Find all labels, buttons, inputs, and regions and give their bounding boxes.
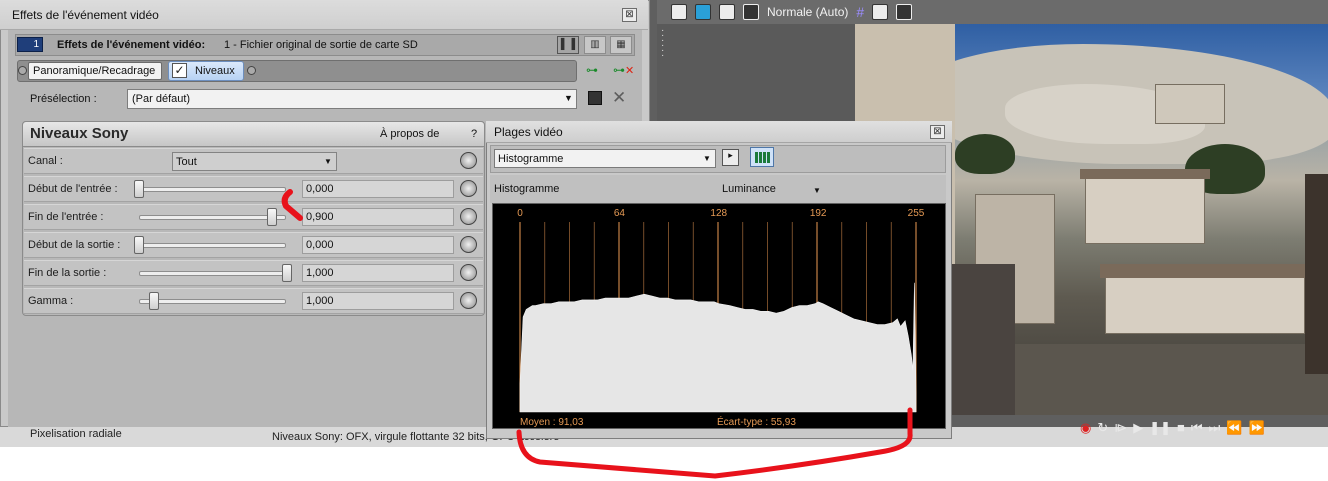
- preview-toolbar: Normale (Auto) #: [657, 0, 1328, 24]
- histogram-label: Histogramme: [494, 183, 560, 195]
- scopes-title: Plages vidéo: [494, 125, 563, 139]
- help-button[interactable]: ?: [471, 128, 477, 140]
- keyframe-animate-icon[interactable]: [460, 152, 477, 169]
- input-end-value-field[interactable]: 0,900: [302, 208, 454, 226]
- input-end-slider-thumb[interactable]: [267, 208, 278, 226]
- keyframe-animate-icon[interactable]: [460, 292, 477, 309]
- histogram-tick-label: 192: [810, 208, 827, 219]
- remove-plugin-icon[interactable]: ⊶✕: [613, 63, 634, 77]
- next-frame-icon[interactable]: ⏩: [1249, 420, 1265, 436]
- chain-start-connector: [18, 66, 27, 75]
- channel-label: Canal :: [28, 155, 63, 167]
- input-start-value-field[interactable]: 0,000: [302, 180, 454, 198]
- histogram-tick-label: 0: [517, 208, 523, 219]
- histogram-tick-label: 128: [710, 208, 727, 219]
- chain-end-connector: [247, 66, 256, 75]
- histogram-svg: 0 64 128 192 255 Moyen : 91,03 Écart-type : 55…: [517, 208, 925, 428]
- preset-dropdown[interactable]: (Par défaut): [127, 89, 577, 109]
- plugin-title: Niveaux Sony: [30, 125, 129, 142]
- drag-handle-icon[interactable]: · · · · · ·: [661, 26, 664, 61]
- quality-icon[interactable]: [743, 4, 759, 20]
- view-mode-button-1[interactable]: ▌▐: [557, 36, 579, 54]
- save-snapshot-icon[interactable]: [896, 4, 913, 20]
- view-mode-button-2[interactable]: ▥: [584, 36, 606, 54]
- input-end-slider-track[interactable]: [139, 215, 286, 220]
- transport-controls: ◉ ↻ ⧐ ▶ ❚❚ ■ ⏮ ⏭ ⏪ ⏩: [1080, 420, 1265, 436]
- input-start-label: Début de l'entrée :: [28, 183, 118, 195]
- histogram-view-icon[interactable]: [750, 147, 774, 167]
- input-start-slider-thumb[interactable]: [134, 180, 144, 198]
- fx-window-close-button[interactable]: ⊠: [622, 8, 637, 22]
- update-scopes-icon[interactable]: ▸: [722, 149, 739, 166]
- keyframe-animate-icon[interactable]: [460, 208, 477, 225]
- gamma-slider-thumb[interactable]: [148, 292, 159, 310]
- output-start-slider-thumb[interactable]: [134, 236, 144, 254]
- output-end-label: Fin de la sortie :: [28, 267, 107, 279]
- output-end-slider-thumb[interactable]: [282, 264, 292, 282]
- histogram-plot: 0 64 128 192 255 Moyen : 91,03 Écart-type : 55…: [492, 203, 946, 429]
- scope-type-dropdown[interactable]: Histogramme: [494, 149, 716, 168]
- input-end-label: Fin de l'entrée :: [28, 211, 104, 223]
- histogram-mean-label: Moyen : 91,03: [520, 417, 584, 428]
- chain-tab-pan-crop[interactable]: Panoramique/Recadrage: [28, 62, 162, 80]
- output-end-value-field[interactable]: 1,000: [302, 264, 454, 282]
- output-start-slider-track[interactable]: [139, 243, 286, 248]
- channel-dropdown[interactable]: Tout: [172, 152, 337, 171]
- split-screen-icon[interactable]: [719, 4, 735, 20]
- keyframe-animate-icon[interactable]: [460, 180, 477, 197]
- go-to-end-icon[interactable]: ⏭: [1209, 420, 1221, 436]
- play-icon[interactable]: ▶: [1133, 420, 1143, 436]
- levels-enable-checkbox[interactable]: ✓: [172, 63, 187, 78]
- keyframe-animate-icon[interactable]: [460, 264, 477, 281]
- event-number-badge: 1: [17, 37, 43, 52]
- plugin-chain-icon[interactable]: ⊶: [586, 63, 598, 77]
- pause-icon[interactable]: ❚❚: [1149, 420, 1171, 436]
- histogram-tick-label: 64: [614, 208, 626, 219]
- grid-overlay-icon[interactable]: #: [856, 4, 864, 20]
- effect-list-item[interactable]: Pixelisation radiale: [30, 428, 122, 440]
- save-preset-icon[interactable]: [588, 91, 602, 105]
- gamma-slider-track[interactable]: [139, 299, 286, 304]
- output-start-label: Début de la sortie :: [28, 239, 121, 251]
- chevron-down-icon[interactable]: ▼: [564, 93, 573, 103]
- chevron-down-icon[interactable]: ▼: [813, 186, 821, 195]
- scopes-close-button[interactable]: ⊠: [930, 125, 945, 139]
- output-end-slider-track[interactable]: [139, 271, 286, 276]
- histogram-tick-label: 255: [908, 208, 925, 219]
- fx-window-title: Effets de l'événement vidéo: [12, 8, 159, 22]
- fx-header-label: Effets de l'événement vidéo:: [57, 39, 206, 51]
- display-mode-dropdown[interactable]: Normale (Auto): [767, 5, 848, 19]
- luminance-dropdown[interactable]: Luminance: [722, 183, 776, 195]
- stop-icon[interactable]: ■: [1177, 420, 1185, 436]
- output-start-value-field[interactable]: 0,000: [302, 236, 454, 254]
- histogram-stddev-label: Écart-type : 55,93: [717, 415, 796, 428]
- keyframe-animate-icon[interactable]: [460, 236, 477, 253]
- external-monitor-icon[interactable]: [695, 4, 711, 20]
- gamma-label: Gamma :: [28, 295, 74, 307]
- gamma-value-field[interactable]: 1,000: [302, 292, 454, 310]
- chevron-down-icon[interactable]: ▼: [703, 154, 711, 163]
- record-icon[interactable]: ◉: [1080, 420, 1091, 436]
- copy-snapshot-icon[interactable]: [872, 4, 889, 20]
- preview-properties-icon[interactable]: [671, 4, 687, 20]
- delete-preset-icon[interactable]: ✕: [612, 88, 626, 108]
- play-from-start-icon[interactable]: ⧐: [1114, 420, 1127, 436]
- view-mode-button-3[interactable]: ▦: [610, 36, 632, 54]
- fx-header-value: 1 - Fichier original de sortie de carte …: [224, 39, 418, 51]
- preset-label: Présélection :: [30, 93, 97, 105]
- previous-frame-icon[interactable]: ⏪: [1226, 420, 1242, 436]
- input-start-slider-track[interactable]: [139, 187, 286, 192]
- about-link[interactable]: À propos de: [380, 128, 439, 140]
- chevron-down-icon[interactable]: ▼: [324, 157, 332, 166]
- loop-icon[interactable]: ↻: [1097, 420, 1108, 436]
- go-to-start-icon[interactable]: ⏮: [1191, 420, 1203, 436]
